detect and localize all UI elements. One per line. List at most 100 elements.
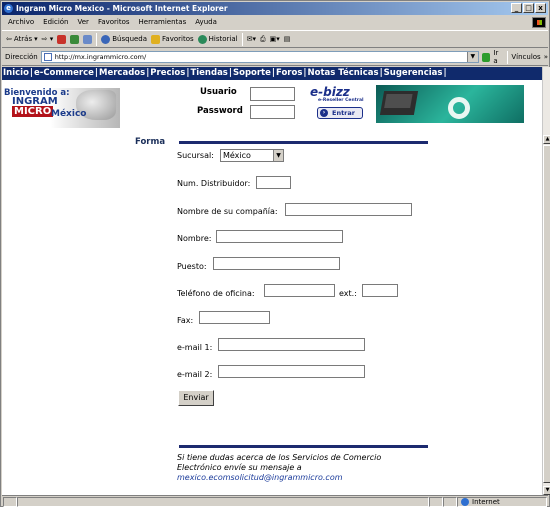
print-icon[interactable]: ⎙: [260, 35, 266, 44]
history-button[interactable]: Historial: [197, 34, 238, 44]
sucursal-select[interactable]: México ▼: [220, 149, 284, 162]
contact-note: Si tiene dudas acerca de los Servicios d…: [177, 453, 417, 483]
ext-input[interactable]: [362, 284, 398, 297]
nav-inicio[interactable]: Inicio: [3, 68, 29, 78]
back-label: Atrás: [13, 35, 33, 43]
email1-input[interactable]: [218, 338, 365, 351]
fax-label: Fax:: [177, 316, 194, 325]
status-bar: Internet: [2, 495, 548, 507]
promo-banner[interactable]: [376, 85, 524, 123]
compania-input[interactable]: [285, 203, 412, 216]
security-zone: Internet: [457, 496, 547, 507]
toolbar-separator: [241, 32, 243, 46]
fax-input[interactable]: [199, 311, 270, 324]
menu-bar: Archivo Edición Ver Favoritos Herramient…: [2, 16, 548, 29]
ingram-micro-logo[interactable]: Bienvenido a: INGRAM MICRO México: [4, 88, 120, 128]
enter-button[interactable]: › Entrar: [317, 107, 363, 119]
discuss-icon[interactable]: ▤: [284, 35, 291, 43]
nav-soporte[interactable]: Soporte: [233, 68, 271, 78]
favorites-button[interactable]: Favoritos: [151, 34, 194, 44]
laptop-graphic: [379, 91, 419, 115]
ebizz-subtitle: e-Reseller Central: [318, 98, 364, 103]
forward-arrow-icon[interactable]: ⇨ ▾: [42, 35, 54, 43]
country-label: México: [51, 109, 87, 119]
globe-icon: [461, 497, 469, 506]
window-title: Ingram Micro Mexico - Microsoft Internet…: [16, 4, 228, 13]
password-label: Password: [197, 106, 243, 116]
scroll-up-icon[interactable]: ▲: [543, 135, 550, 144]
contact-email-link[interactable]: mexico.ecomsolicitud@ingrammicro.com: [177, 473, 417, 483]
sucursal-label: Sucursal:: [177, 151, 214, 160]
go-label: Ir a: [493, 49, 499, 65]
address-label: Dirección: [5, 53, 38, 61]
search-button[interactable]: Búsqueda: [101, 34, 148, 44]
stop-icon[interactable]: [57, 34, 67, 44]
distribuidor-input[interactable]: [256, 176, 291, 189]
nav-foros[interactable]: Foros: [276, 68, 302, 78]
address-dropdown-icon[interactable]: ▼: [466, 52, 478, 62]
go-arrow-icon: [481, 52, 491, 62]
password-input[interactable]: [250, 105, 295, 119]
dropdown-arrow-icon: ▼: [273, 150, 283, 161]
sucursal-value: México: [223, 151, 251, 160]
scroll-down-icon[interactable]: ▼: [543, 486, 550, 495]
close-button[interactable]: x: [535, 3, 546, 13]
back-button[interactable]: ⇦ Atrás ▾: [6, 35, 38, 43]
menu-favoritos[interactable]: Favoritos: [98, 16, 130, 29]
puesto-input[interactable]: [213, 257, 340, 270]
mail-icon[interactable]: ✉▾: [247, 35, 256, 43]
nav-tiendas[interactable]: Tiendas: [190, 68, 227, 78]
page-icon: [43, 53, 52, 61]
menu-ayuda[interactable]: Ayuda: [195, 16, 217, 29]
minimize-button[interactable]: _: [511, 3, 522, 13]
site-header: Bienvenido a: INGRAM MICRO México Usuari…: [2, 80, 542, 130]
home-icon[interactable]: [83, 34, 93, 44]
edit-icon[interactable]: ▣▾: [270, 35, 280, 43]
windows-logo-icon: [532, 17, 546, 28]
section-title: Forma: [135, 137, 166, 147]
chevron-right-icon[interactable]: »: [544, 53, 548, 61]
contact-line-1: Si tiene dudas acerca de los Servicios d…: [177, 453, 382, 462]
menu-edicion[interactable]: Edición: [43, 16, 68, 29]
nav-sugerencias[interactable]: Sugerencias: [384, 68, 443, 78]
toolbar: ⇦ Atrás ▾ ⇨ ▾ Búsqueda Favoritos Histori…: [2, 30, 548, 48]
menu-herramientas[interactable]: Herramientas: [139, 16, 187, 29]
nav-mercados[interactable]: Mercados: [99, 68, 145, 78]
history-icon: [197, 34, 207, 44]
search-label: Búsqueda: [112, 35, 148, 43]
maximize-button[interactable]: □: [523, 3, 534, 13]
toolbar-separator: [507, 50, 509, 64]
refresh-icon[interactable]: [70, 34, 80, 44]
ext-label: ext.:: [339, 289, 357, 298]
menu-archivo[interactable]: Archivo: [8, 16, 34, 29]
submit-button[interactable]: Enviar: [178, 390, 214, 406]
telefono-input[interactable]: [264, 284, 335, 297]
nombre-input[interactable]: [216, 230, 343, 243]
user-input[interactable]: [250, 87, 295, 101]
top-divider: [179, 141, 428, 144]
ie-icon: e: [4, 4, 13, 13]
vertical-scrollbar[interactable]: ▲ ▼: [542, 67, 550, 495]
address-input[interactable]: http://mx.ingrammicro.com/ ▼: [40, 51, 479, 63]
puesto-label: Puesto:: [177, 262, 207, 271]
toolbar-separator: [96, 32, 98, 46]
page-status-icon: [3, 496, 17, 507]
title-bar: e Ingram Micro Mexico - Microsoft Intern…: [2, 2, 548, 15]
arrow-right-icon: ›: [320, 109, 328, 117]
back-dropdown-icon[interactable]: ▾: [34, 35, 38, 43]
distribuidor-label: Num. Distribuidor:: [177, 179, 251, 188]
nav-notas-tecnicas[interactable]: Notas Técnicas: [308, 68, 379, 78]
nav-ecommerce[interactable]: e-Commerce: [34, 68, 94, 78]
status-text: [17, 496, 429, 507]
scroll-thumb[interactable]: [543, 145, 550, 483]
links-label[interactable]: Vínculos: [511, 53, 540, 61]
brand-micro: MICRO: [12, 106, 54, 117]
nav-precios[interactable]: Precios: [150, 68, 185, 78]
ebizz-title: e-bizz: [310, 85, 350, 99]
user-label: Usuario: [200, 87, 237, 97]
email2-input[interactable]: [218, 365, 365, 378]
status-cell: [429, 496, 443, 507]
go-button[interactable]: Ir a: [481, 49, 505, 65]
zone-label: Internet: [472, 497, 500, 506]
menu-ver[interactable]: Ver: [78, 16, 89, 29]
